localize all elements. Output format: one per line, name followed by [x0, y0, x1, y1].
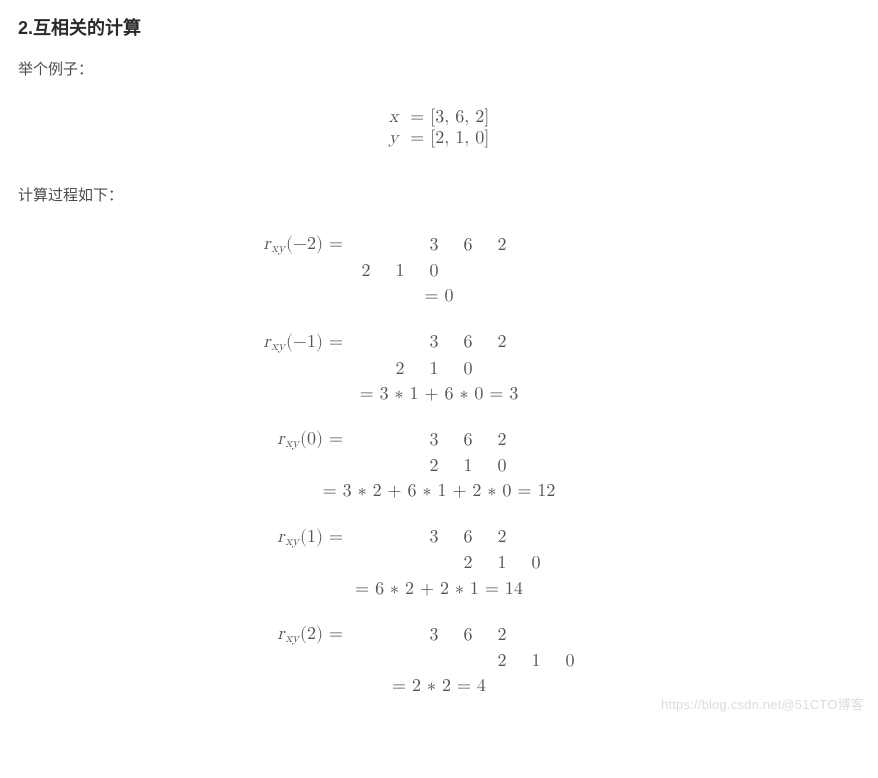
result-n2: = 0: [239, 285, 639, 308]
x-cell: 6: [464, 234, 473, 257]
y-cell: 2: [396, 358, 405, 381]
y-cell: 0: [532, 552, 541, 575]
func-sub: xy: [284, 437, 300, 450]
var-x: x: [389, 108, 399, 126]
x-cell: 2: [498, 331, 507, 354]
x-cell: 6: [464, 429, 473, 452]
x-cell: 3: [430, 331, 439, 354]
y-cell: 1: [396, 260, 405, 283]
rxy-label-p1: rxy(1) =: [277, 526, 349, 551]
x-cell: 2: [498, 234, 507, 257]
given-y: y = [2, 1, 0]: [18, 128, 860, 149]
calc-group-0: rxy(0) = 3 6 2 2 1 0 = 3 ∗ 2 + 6 ∗ 1 + 2…: [239, 428, 639, 503]
y-cell: 0: [498, 455, 507, 478]
y-cell: 2: [362, 260, 371, 283]
x-cell: 6: [464, 526, 473, 549]
y-cell: 2: [498, 650, 507, 673]
given-x: x = [3, 6, 2]: [18, 107, 860, 128]
rxy-label-0: rxy(0) =: [277, 428, 349, 453]
y-values: [2, 1, 0]: [430, 129, 489, 147]
given-block: x = [3, 6, 2] y = [2, 1, 0]: [18, 107, 860, 148]
arg-n1: −1: [293, 333, 316, 351]
calc-group-n1: rxy(−1) = 3 6 2 2 1 0 = 3 ∗ 1 + 6 ∗ 0 = …: [239, 331, 639, 406]
y-cell: 0: [566, 650, 575, 673]
x-cell: 3: [430, 624, 439, 647]
arg-p1: 1: [307, 528, 316, 546]
y-cell: 1: [464, 455, 473, 478]
section-title: 2.互相关的计算: [18, 14, 860, 40]
x-cell: 3: [430, 526, 439, 549]
y-cell: 2: [464, 552, 473, 575]
rxy-label-n2: rxy(−2) =: [263, 233, 349, 258]
calc-group-p2: rxy(2) = 3 6 2 2 1 0 = 2 ∗ 2 = 4: [239, 623, 639, 698]
x-cell: 3: [430, 429, 439, 452]
func-sub: xy: [270, 340, 286, 353]
y-cell: 0: [464, 358, 473, 381]
arg-0: 0: [307, 430, 316, 448]
x-cell: 6: [464, 331, 473, 354]
arg-n2: −2: [293, 235, 316, 253]
func-sub: xy: [270, 242, 286, 255]
func-sub: xy: [284, 632, 300, 645]
y-cell: 1: [430, 358, 439, 381]
y-cell: 1: [498, 552, 507, 575]
func-sub: xy: [284, 535, 300, 548]
x-cell: 2: [498, 526, 507, 549]
calc-group-p1: rxy(1) = 3 6 2 2 1 0 = 6 ∗ 2 + 2 ∗ 1 = 1…: [239, 526, 639, 601]
y-cell: 1: [532, 650, 541, 673]
x-cell: 6: [464, 624, 473, 647]
result-0: = 3 ∗ 2 + 6 ∗ 1 + 2 ∗ 0 = 12: [239, 480, 639, 503]
calculation-area: rxy(−2) = 3 6 2 2 1 0 = 0 rxy(−1) =: [239, 233, 639, 698]
x-values: [3, 6, 2]: [430, 108, 489, 126]
var-y: y: [389, 129, 399, 147]
result-p2: = 2 ∗ 2 = 4: [239, 675, 639, 698]
x-cell: 2: [498, 429, 507, 452]
x-cell: 3: [430, 234, 439, 257]
y-cell: 0: [430, 260, 439, 283]
watermark: https://blog.csdn.net@51CTO博客: [661, 694, 864, 713]
rxy-label-p2: rxy(2) =: [277, 623, 349, 648]
calc-group-n2: rxy(−2) = 3 6 2 2 1 0 = 0: [239, 233, 639, 308]
procedure-label: 计算过程如下：: [18, 184, 860, 205]
result-n1: = 3 ∗ 1 + 6 ∗ 0 = 3: [239, 383, 639, 406]
y-cell: 2: [430, 455, 439, 478]
arg-p2: 2: [307, 625, 316, 643]
x-cell: 2: [498, 624, 507, 647]
result-p1: = 6 ∗ 2 + 2 ∗ 1 = 14: [239, 578, 639, 601]
rxy-label-n1: rxy(−1) =: [263, 331, 349, 356]
example-label: 举个例子：: [18, 58, 860, 79]
